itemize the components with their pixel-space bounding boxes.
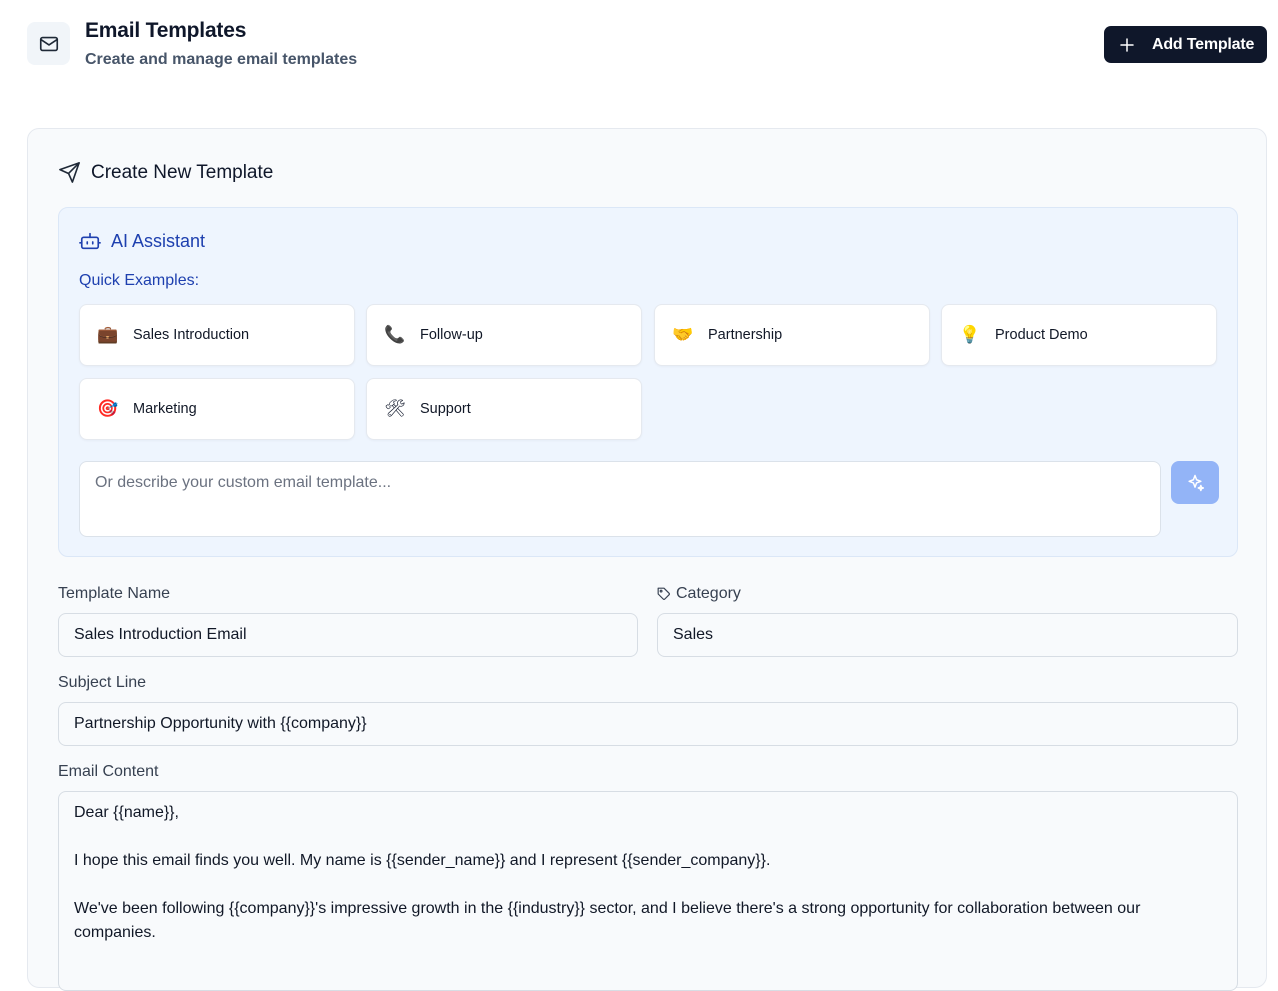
example-label: Support <box>420 401 471 417</box>
page-title: Email Templates <box>85 19 247 42</box>
template-name-input[interactable]: Sales Introduction Email <box>58 613 638 657</box>
phone-icon: 📞 <box>384 325 406 345</box>
mail-icon <box>27 22 70 65</box>
quick-examples-label: Quick Examples: <box>79 272 200 289</box>
tag-icon <box>657 587 670 600</box>
ai-assistant-panel: AI Assistant Quick Examples: 💼 Sales Int… <box>58 207 1238 557</box>
category-input[interactable]: Sales <box>657 613 1238 657</box>
lightbulb-icon: 💡 <box>959 325 981 345</box>
add-template-button[interactable]: Add Template <box>1104 26 1267 63</box>
example-label: Follow-up <box>420 327 483 343</box>
example-partnership[interactable]: 🤝 Partnership <box>654 304 930 366</box>
generate-button[interactable] <box>1171 461 1219 504</box>
add-template-label: Add Template <box>1152 35 1255 53</box>
plus-icon <box>1120 37 1134 52</box>
example-sales-introduction[interactable]: 💼 Sales Introduction <box>79 304 355 366</box>
card-title: Create New Template <box>91 161 274 183</box>
ai-assistant-title: AI Assistant <box>111 230 206 251</box>
example-label: Partnership <box>708 327 783 343</box>
briefcase-icon: 💼 <box>97 325 119 345</box>
example-marketing[interactable]: 🎯 Marketing <box>79 378 355 440</box>
create-template-card: Create New Template AI Assistant Quick E… <box>27 128 1267 991</box>
example-label: Sales Introduction <box>133 327 250 343</box>
example-label: Product Demo <box>995 327 1088 343</box>
custom-template-input[interactable] <box>79 461 1161 537</box>
category-label-row: Category <box>657 585 741 603</box>
ai-title-row: AI Assistant <box>79 230 205 252</box>
bot-icon <box>79 232 101 250</box>
example-product-demo[interactable]: 💡 Product Demo <box>941 304 1217 366</box>
target-icon: 🎯 <box>97 399 119 419</box>
subject-input[interactable]: Partnership Opportunity with {{company}} <box>58 702 1238 746</box>
handshake-icon: 🤝 <box>672 325 694 345</box>
example-support[interactable]: 🛠 Support <box>366 378 642 440</box>
template-name-label: Template Name <box>58 585 171 602</box>
category-label: Category <box>676 585 741 602</box>
page-header: Email Templates Create and manage email … <box>27 18 1267 78</box>
page-subtitle: Create and manage email templates <box>85 51 358 68</box>
subject-label: Subject Line <box>58 674 147 691</box>
send-icon <box>59 162 80 183</box>
example-follow-up[interactable]: 📞 Follow-up <box>366 304 642 366</box>
tools-icon: 🛠 <box>384 399 406 419</box>
email-content-textarea[interactable]: Dear {{name}}, I hope this email finds y… <box>58 791 1238 991</box>
sparkles-icon <box>1188 474 1205 491</box>
content-label: Email Content <box>58 763 159 780</box>
card-title-row: Create New Template <box>58 161 273 184</box>
example-label: Marketing <box>133 401 197 417</box>
